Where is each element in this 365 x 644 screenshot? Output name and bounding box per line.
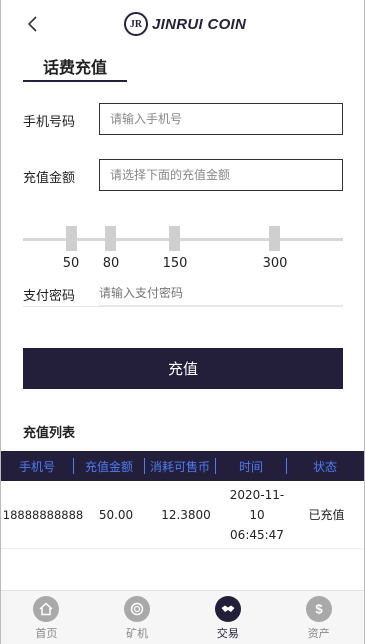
table-row: 18888888888 50.00 12.3800 2020-11-10 06:… (1, 481, 364, 549)
amount-option-50[interactable]: 50 (63, 256, 80, 271)
column-header-time: 时间 (238, 459, 263, 474)
cell-status: 已充值 (308, 507, 345, 522)
header: JR JINRUI COIN (0, 0, 365, 48)
amount-option-300[interactable]: 300 (263, 256, 288, 271)
list-title: 充值列表 (23, 426, 76, 441)
svg-text:$: $ (315, 602, 323, 617)
tab-label: 矿机 (126, 627, 149, 640)
brand-logo: JR JINRUI COIN (124, 11, 246, 37)
tab-label: 交易 (216, 627, 239, 640)
recharge-submit-button[interactable]: 充值 (23, 348, 343, 389)
cell-phone: 18888888888 (2, 507, 84, 522)
tab-label: 首页 (35, 627, 58, 640)
cell-date-text: 2020-11-10 (229, 487, 285, 522)
back-button[interactable] (24, 12, 44, 36)
column-header-coins: 消耗可售币 (149, 459, 210, 474)
bottom-tabbar: 首页 矿机 交易 $ 资产 (1, 590, 364, 644)
column-header-phone: 手机号 (18, 459, 55, 474)
phone-input[interactable]: 请输入手机号 (99, 103, 343, 135)
password-input[interactable] (99, 280, 343, 306)
phone-label: 手机号码 (23, 115, 76, 130)
brand-name: JINRUI COIN (152, 15, 247, 33)
password-label: 支付密码 (23, 289, 76, 304)
amount-label: 充值金额 (23, 171, 76, 186)
slider-stop-50[interactable] (66, 226, 77, 251)
assets-icon: $ (305, 596, 332, 622)
column-header-amount: 充值金额 (84, 459, 133, 474)
slider-stop-80[interactable] (105, 226, 116, 251)
chevron-left-icon (27, 16, 37, 32)
cell-amount: 50.00 (98, 507, 134, 522)
home-icon (33, 596, 60, 622)
tab-label: 话费充值 (43, 58, 108, 77)
amount-input[interactable]: 请选择下面的充值金额 (99, 159, 343, 191)
tab-label: 资产 (307, 627, 330, 640)
tab-home[interactable]: 首页 (1, 591, 92, 644)
tab-phone-recharge[interactable]: 话费充值 (23, 48, 127, 82)
column-header-status: 状态 (312, 459, 337, 474)
tab-assets[interactable]: $ 资产 (273, 591, 364, 644)
amount-option-80[interactable]: 80 (103, 256, 120, 271)
cell-coins: 12.3800 (161, 507, 211, 522)
divider (23, 306, 343, 307)
cell-time: 2020-11-10 06:45:47 (225, 485, 289, 545)
amount-option-150[interactable]: 150 (163, 256, 188, 271)
miner-icon (124, 596, 151, 622)
trade-icon (214, 596, 241, 622)
logo-mark-icon: JR (124, 12, 148, 36)
tab-trade[interactable]: 交易 (183, 591, 274, 644)
amount-slider[interactable] (23, 226, 343, 252)
table-header: 手机号 充值金额 消耗可售币 时间 状态 (1, 451, 364, 481)
tab-miner[interactable]: 矿机 (92, 591, 183, 644)
slider-stop-300[interactable] (269, 226, 280, 251)
slider-stop-150[interactable] (169, 226, 180, 251)
cell-time-text: 06:45:47 (230, 527, 284, 542)
